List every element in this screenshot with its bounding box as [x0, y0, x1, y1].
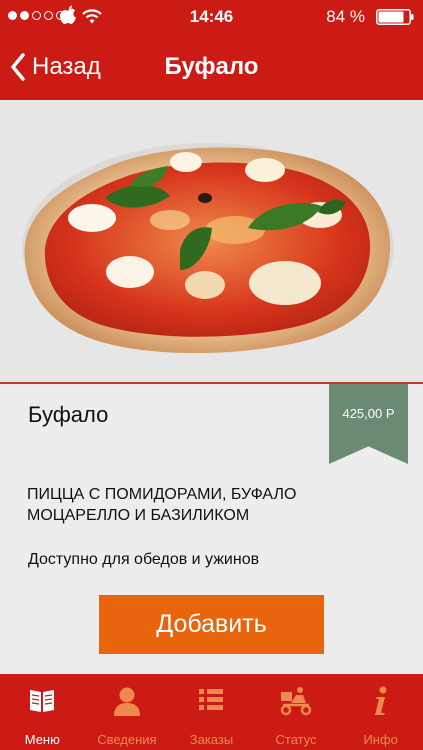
tab-orders-label: Заказы: [189, 732, 234, 747]
tab-bar: Меню Сведения Заказы Статус Инфо: [0, 674, 423, 750]
tab-menu-label: Меню: [24, 732, 60, 747]
info-icon: [374, 686, 387, 715]
tab-status-label: Статус: [275, 732, 317, 747]
tab-status[interactable]: Статус: [254, 674, 339, 750]
book-icon: [30, 690, 55, 712]
battery-percent: 84 %: [326, 7, 365, 26]
tab-orders[interactable]: Заказы: [169, 674, 254, 750]
availability-text: Доступно для обедов и ужинов: [28, 551, 260, 568]
person-icon: [113, 687, 140, 716]
product-name: Буфало: [28, 402, 109, 427]
delivery-scooter-icon: [280, 687, 312, 716]
tab-details-label: Сведения: [97, 732, 157, 747]
product-description: ПИЦЦА С ПОМИДОРАМИ, БУФАЛО МОЦАРЕЛЛО И Б…: [27, 486, 297, 524]
tab-menu[interactable]: Меню: [0, 674, 85, 750]
product-image: [0, 100, 423, 382]
status-bar: 14:46 84 %: [0, 0, 423, 34]
price-badge: 425,00 Р: [329, 384, 408, 464]
tab-info[interactable]: Инфо: [338, 674, 423, 750]
list-icon: [199, 689, 224, 710]
price-label: 425,00 Р: [342, 406, 395, 421]
pizza-photo: [22, 143, 394, 353]
battery-icon: [376, 9, 414, 25]
tab-details[interactable]: Сведения: [85, 674, 170, 750]
navigation-bar: Назад Буфало: [0, 34, 423, 100]
page-title: Буфало: [164, 53, 259, 80]
add-to-cart-button[interactable]: Добавить: [99, 595, 324, 654]
tab-info-label: Инфо: [363, 732, 398, 747]
product-details: Буфало 425,00 Р ПИЦЦА С ПОМИДОРАМИ, БУФА…: [0, 384, 423, 674]
